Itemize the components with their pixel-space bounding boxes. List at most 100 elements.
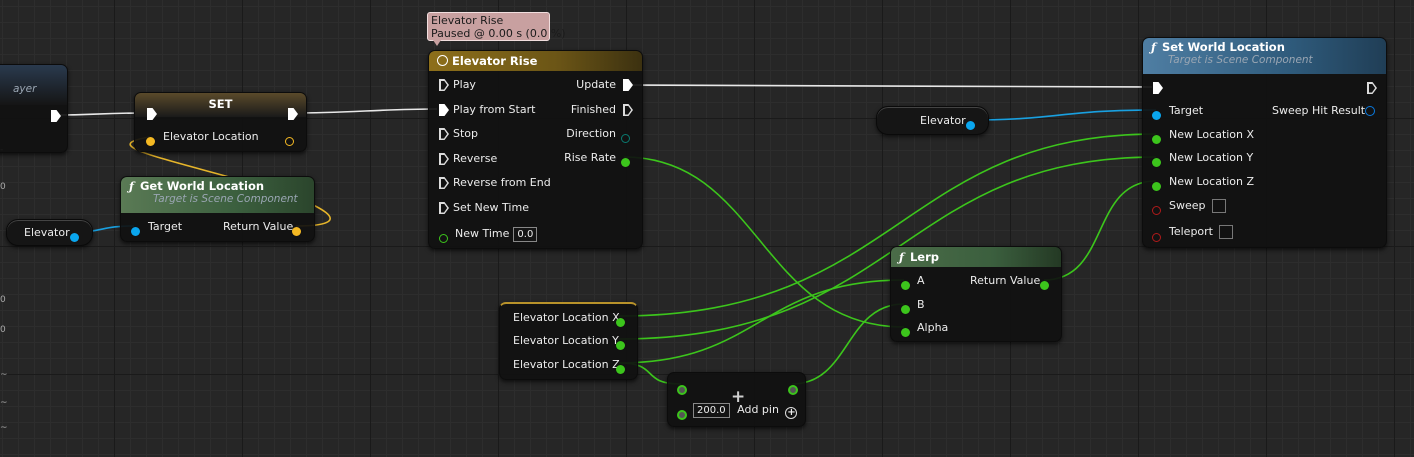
- timeline-tooltip-status: Paused @ 0.00 s (0.0 %): [431, 27, 566, 40]
- object-wire-elevator-to-setworld-target: [968, 109, 1157, 121]
- get-world-location-return-pin[interactable]: [292, 227, 301, 236]
- add-input-b-pin[interactable]: [677, 410, 687, 420]
- set-world-location-target-label: Target: [1169, 104, 1204, 117]
- exec-wire-set-to-timeline: [291, 108, 438, 114]
- get-world-location-title: Get World Location: [139, 179, 265, 193]
- set-node-header: SET: [135, 93, 306, 117]
- lerp-return-pin[interactable]: [1040, 281, 1049, 290]
- exec-wire-offscreen-to-set: [54, 112, 146, 116]
- timeline-input-play: Play: [453, 78, 476, 91]
- set-world-location-new-y-pin[interactable]: [1152, 158, 1161, 167]
- function-icon: ƒ: [129, 179, 134, 193]
- set-world-location-new-z-pin[interactable]: [1152, 182, 1161, 191]
- add-output-pin[interactable]: [788, 385, 798, 395]
- function-icon: ƒ: [899, 250, 904, 264]
- elevator-variable-right[interactable]: Elevator: [876, 106, 989, 135]
- lerp-alpha-pin[interactable]: [901, 328, 910, 337]
- set-world-location-teleport-row: Teleport: [1169, 223, 1233, 241]
- set-world-location-teleport-pin[interactable]: [1152, 233, 1161, 242]
- set-world-location-new-x-pin[interactable]: [1152, 135, 1161, 144]
- elevator-variable-left-pin[interactable]: [70, 233, 79, 242]
- lerp-alpha-label: Alpha: [917, 321, 949, 334]
- break-x-pin[interactable]: [616, 318, 625, 327]
- set-world-location-target-pin[interactable]: [1152, 111, 1161, 120]
- timeline-output-update: Update: [576, 78, 616, 91]
- set-world-location-new-z-label: New Location Z: [1169, 175, 1255, 188]
- add-node[interactable]: + 200.0 Add pin +: [667, 372, 806, 427]
- elevator-variable-left[interactable]: Elevator: [6, 219, 93, 246]
- elevator-variable-right-label: Elevator: [920, 114, 966, 127]
- timeline-new-time-input[interactable]: 0.0: [513, 226, 538, 242]
- set-world-location-title: Set World Location: [1161, 40, 1285, 54]
- set-pin-label: Elevator Location: [163, 130, 259, 143]
- add-pin-label: Add pin: [737, 403, 779, 416]
- set-node[interactable]: SET Elevator Location: [134, 92, 307, 152]
- set-world-location-teleport-label: Teleport: [1169, 225, 1213, 238]
- add-input-a-pin[interactable]: [677, 385, 687, 395]
- set-world-location-subtitle: Target is Scene Component: [1168, 54, 1313, 66]
- timeline-output-direction: Direction: [566, 127, 616, 140]
- offscreen-node[interactable]: ayer: [0, 64, 68, 153]
- break-z-pin[interactable]: [616, 365, 625, 374]
- break-y-label: Elevator Location Y: [513, 334, 619, 347]
- exec-wire-update-to-setworld: [627, 84, 1153, 88]
- clock-icon: [437, 55, 448, 66]
- set-vector-out-pin[interactable]: [285, 137, 294, 146]
- set-world-location-sweep-label: Sweep: [1169, 199, 1206, 212]
- timeline-output-rise-rate: Rise Rate: [564, 151, 616, 164]
- timeline-output-finished: Finished: [570, 103, 616, 116]
- timeline-node[interactable]: Elevator Rise Play Play from Start Stop …: [428, 50, 643, 249]
- timeline-tooltip-title: Elevator Rise: [431, 14, 504, 27]
- offscreen-node-header: ayer: [0, 65, 67, 105]
- timeline-node-header: Elevator Rise: [429, 51, 642, 71]
- get-world-location-target-label: Target: [148, 220, 183, 233]
- sweep-checkbox[interactable]: [1211, 199, 1226, 213]
- plus-circle-icon: +: [785, 407, 798, 419]
- get-world-location-subtitle: Target is Scene Component: [153, 193, 298, 205]
- edge-pin-icon: 0: [0, 325, 6, 335]
- sweep-hit-result-pin[interactable]: [1365, 106, 1375, 116]
- add-pin-button[interactable]: Add pin +: [737, 403, 798, 419]
- set-node-title: SET: [208, 97, 233, 111]
- get-world-location-target-pin[interactable]: [131, 227, 140, 236]
- get-world-location-header: ƒ Get World Location Target is Scene Comp…: [121, 177, 314, 213]
- timeline-input-reverse: Reverse: [453, 152, 498, 165]
- set-world-location-header: ƒ Set World Location Target is Scene Comp…: [1143, 38, 1386, 74]
- lerp-a-pin[interactable]: [901, 281, 910, 290]
- edge-pin-icon: ~: [0, 398, 8, 408]
- break-x-label: Elevator Location X: [513, 311, 620, 324]
- elevator-variable-right-pin[interactable]: [966, 121, 975, 130]
- timeline-input-set-new-time: Set New Time: [453, 201, 529, 214]
- lerp-b-pin[interactable]: [901, 305, 910, 314]
- teleport-checkbox[interactable]: [1219, 225, 1233, 239]
- set-world-location-sweep-pin[interactable]: [1152, 206, 1161, 215]
- timeline-node-title: Elevator Rise: [452, 54, 538, 68]
- set-world-location-node[interactable]: ƒ Set World Location Target is Scene Comp…: [1142, 37, 1387, 248]
- timeline-new-time-row: New Time 0.0: [455, 225, 538, 243]
- break-y-pin[interactable]: [616, 341, 625, 350]
- edge-pin-icon: 0: [0, 182, 6, 192]
- set-world-location-sweep-row: Sweep: [1169, 197, 1226, 215]
- get-world-location-node[interactable]: ƒ Get World Location Target is Scene Comp…: [120, 176, 315, 242]
- timeline-status-tooltip: Elevator Rise Paused @ 0.00 s (0.0 %): [427, 12, 566, 46]
- left-edge-pins: - 0 0 0 ~ ~ ~: [0, 100, 14, 457]
- timeline-new-time-label: New Time: [455, 227, 510, 240]
- edge-pin-icon: ~: [0, 423, 8, 433]
- timeline-direction-pin[interactable]: [621, 134, 630, 143]
- function-icon: ƒ: [1151, 40, 1156, 54]
- break-vector-node[interactable]: Elevator Location X Elevator Location Y …: [499, 302, 638, 380]
- lerp-a-label: A: [917, 274, 925, 287]
- edge-pin-icon: ~: [0, 370, 8, 380]
- float-wire-x-to-newx: [618, 133, 1157, 317]
- add-value-input[interactable]: 200.0: [693, 402, 730, 418]
- float-wire-riserate-to-alpha: [623, 156, 905, 328]
- offscreen-node-title: ayer: [13, 83, 37, 95]
- set-vector-in-pin[interactable]: [146, 137, 155, 146]
- lerp-return-label: Return Value: [970, 274, 1041, 287]
- lerp-node[interactable]: ƒ Lerp A Return Value B Alpha: [890, 246, 1062, 342]
- timeline-rise-rate-pin[interactable]: [621, 158, 630, 167]
- timeline-new-time-pin[interactable]: [439, 234, 448, 243]
- get-world-location-return-label: Return Value: [223, 220, 294, 233]
- timeline-input-reverse-from-end: Reverse from End: [453, 176, 551, 189]
- lerp-node-header: ƒ Lerp: [891, 247, 1061, 267]
